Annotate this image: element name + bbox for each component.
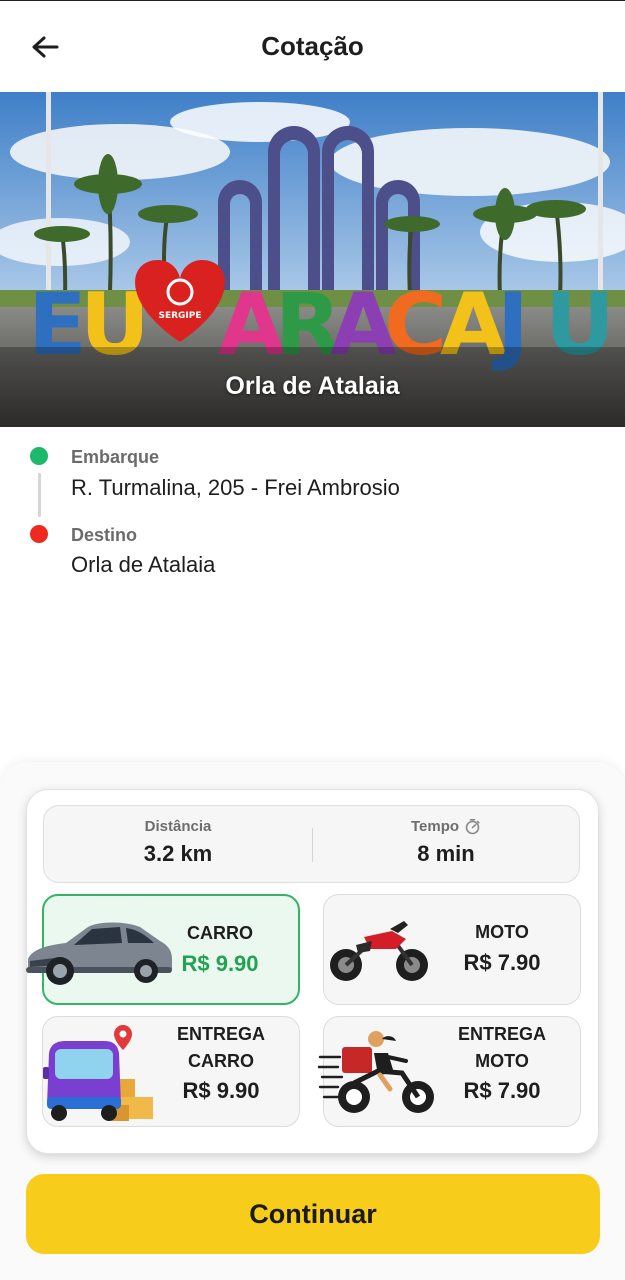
option-price: R$ 9.90 [182,1078,260,1103]
svg-text:SERGIPE: SERGIPE [158,311,201,321]
time-stat: Tempo 8 min [312,818,580,867]
option-name-line2: CARRO [188,1051,254,1071]
distance-label: Distância [144,818,212,835]
delivery-van-icon [43,1025,153,1121]
page-title: Cotação [261,31,364,61]
option-name-line2: MOTO [475,1051,529,1071]
delivery-moto-icon [318,1031,434,1113]
origin-address: R. Turmalina, 205 - Frei Ambrosio [71,475,400,500]
option-name: MOTO [475,922,529,942]
distance-value: 3.2 km [143,841,213,866]
destination-label: Destino [71,525,138,545]
option-name-line1: ENTREGA [176,1024,265,1044]
option-entrega-moto[interactable]: ENTREGA MOTO R$ 7.90 [318,1016,581,1127]
option-price: R$ 7.90 [463,950,541,975]
destination-photo: E U A R A C A J U SERGIPE Orla de Atalai… [0,92,625,427]
origin-dot-icon [30,447,48,465]
continue-button[interactable]: Continuar [26,1174,600,1254]
time-value: 8 min [417,841,475,866]
origin-label: Embarque [71,447,160,467]
trip-stats: Distância 3.2 km Tempo 8 min [43,805,580,883]
stopwatch-icon [465,819,480,835]
hero-caption: Orla de Atalaia [225,372,400,400]
destination-dot-icon [30,525,48,543]
option-moto[interactable]: MOTO R$ 7.90 [323,894,581,1005]
option-name-line1: ENTREGA [457,1024,546,1044]
route-connector [38,473,41,517]
route-summary: Embarque R. Turmalina, 205 - Frei Ambros… [0,427,625,767]
distance-stat: Distância 3.2 km [44,818,312,867]
top-bar: Cotação [0,0,625,92]
option-price: R$ 7.90 [463,1078,541,1103]
motorcycle-icon [330,921,428,981]
destination-address: Orla de Atalaia [71,552,216,577]
time-label: Tempo [410,818,460,835]
option-entrega-carro[interactable]: ENTREGA CARRO R$ 9.90 [42,1016,300,1127]
car-icon [26,922,172,985]
